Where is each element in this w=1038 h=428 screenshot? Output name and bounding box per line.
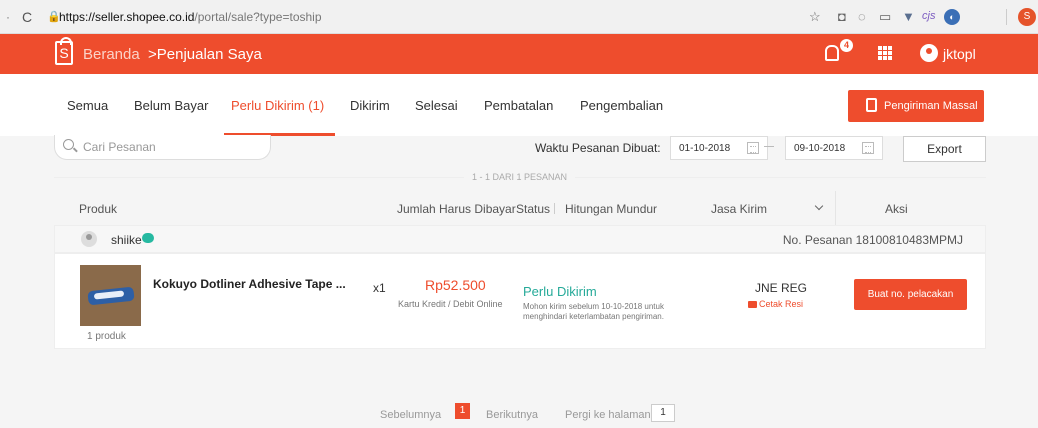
profile-avatar-icon[interactable]: S: [1018, 8, 1036, 26]
calendar-icon: [747, 142, 759, 154]
shopee-logo-icon[interactable]: S: [55, 37, 73, 65]
status-note: Mohon kirim sebelum 10-10-2018 untuk men…: [523, 302, 664, 321]
browser-toolbar: · C 🔒 https://seller.shopee.co.id/portal…: [0, 0, 1038, 34]
back-icon[interactable]: ·: [6, 10, 10, 24]
product-quantity: x1: [373, 281, 386, 295]
header-countdown[interactable]: Hitungan Mundur: [565, 202, 657, 216]
date-from-value: 01-10-2018: [679, 143, 731, 154]
order-status: Perlu Dikirim: [523, 284, 597, 299]
apps-grid-icon[interactable]: [878, 46, 892, 60]
toolbar-divider: [1006, 9, 1007, 25]
create-tracking-button[interactable]: Buat no. pelacakan: [854, 279, 967, 310]
order-card-body: 1 produk Kokuyo Dotliner Adhesive Tape .…: [54, 253, 986, 349]
order-number: No. Pesanan 18100810483MPMJ: [782, 233, 963, 247]
result-count: 1 - 1 DARI 1 PESANAN: [464, 172, 576, 182]
header-status: Status: [516, 202, 551, 216]
header-divider: [554, 203, 555, 214]
calendar-icon: [862, 142, 874, 154]
tab-pembatalan[interactable]: Pembatalan: [484, 98, 553, 113]
extension-badge-icon[interactable]: ◐: [944, 9, 960, 25]
date-to-field[interactable]: 09-10-2018: [785, 136, 883, 160]
tab-belum-bayar[interactable]: Belum Bayar: [134, 98, 208, 113]
breadcrumb-current: >Penjualan Saya: [148, 46, 262, 63]
date-from-field[interactable]: 01-10-2018: [670, 136, 768, 160]
username[interactable]: jktopl: [943, 46, 976, 62]
breadcrumb-home[interactable]: Beranda: [83, 46, 140, 63]
reload-icon[interactable]: C: [22, 9, 32, 25]
tab-pengembalian[interactable]: Pengembalian: [580, 98, 663, 113]
date-filter-label: Waktu Pesanan Dibuat:: [535, 141, 661, 155]
order-tabs: Semua Belum Bayar Perlu Dikirim (1) Diki…: [0, 74, 1038, 136]
courier-name: JNE REG: [755, 281, 808, 295]
tab-selesai[interactable]: Selesai: [415, 98, 458, 113]
chevron-down-icon[interactable]: [814, 201, 824, 211]
buyer-name[interactable]: shiike: [111, 233, 142, 247]
date-range-dash: [764, 146, 774, 147]
product-name[interactable]: Kokuyo Dotliner Adhesive Tape ...: [153, 277, 346, 291]
payment-method: Kartu Kredit / Debit Online: [398, 299, 503, 309]
order-card-header: shiike No. Pesanan 18100810483MPMJ: [54, 225, 986, 253]
date-to-value: 09-10-2018: [794, 143, 846, 154]
extension-box-icon[interactable]: ▭: [879, 9, 891, 25]
pagination-current-page[interactable]: 1: [455, 403, 470, 419]
seller-header: S Beranda >Penjualan Saya 4 jktopl: [0, 34, 1038, 74]
chat-icon[interactable]: [142, 233, 154, 243]
pagination-next[interactable]: Berikutnya: [486, 409, 538, 421]
extension-circle-icon[interactable]: ◌: [858, 9, 866, 24]
print-receipt-label: Cetak Resi: [759, 299, 804, 309]
header-courier[interactable]: Jasa Kirim: [711, 202, 767, 216]
search-icon: [63, 139, 74, 150]
header-column-divider: [835, 191, 836, 225]
tab-dikirim[interactable]: Dikirim: [350, 98, 390, 113]
export-button[interactable]: Export: [903, 136, 986, 162]
url-host: https://seller.shopee.co.id: [59, 10, 195, 24]
user-avatar-icon[interactable]: [920, 44, 938, 62]
url-path: /portal/sale?type=toship: [194, 10, 322, 24]
search-placeholder: Cari Pesanan: [83, 140, 156, 154]
header-amount: Jumlah Harus Dibayar: [397, 202, 516, 216]
product-thumbnail[interactable]: [80, 265, 141, 326]
document-icon: [866, 98, 877, 112]
tab-perlu-dikirim[interactable]: Perlu Dikirim (1): [231, 98, 324, 113]
order-price: Rp52.500: [425, 277, 486, 293]
search-input[interactable]: Cari Pesanan: [54, 135, 271, 160]
product-count: 1 produk: [87, 331, 126, 342]
goto-page-input[interactable]: 1: [651, 404, 675, 422]
printer-icon: [748, 301, 757, 308]
buyer-avatar-icon: [81, 231, 97, 247]
extension-v-icon[interactable]: ▼: [902, 9, 915, 24]
notification-badge: 4: [840, 39, 853, 52]
pagination-prev[interactable]: Sebelumnya: [380, 409, 441, 421]
header-product: Produk: [79, 202, 118, 216]
mass-shipping-button[interactable]: Pengiriman Massal: [848, 90, 984, 122]
address-bar[interactable]: https://seller.shopee.co.id/portal/sale?…: [59, 10, 322, 24]
extension-cjs-icon[interactable]: cjs: [922, 10, 935, 22]
mass-shipping-label: Pengiriman Massal: [884, 100, 978, 112]
tab-semua[interactable]: Semua: [67, 98, 108, 113]
camera-extension-icon[interactable]: ◘: [838, 9, 846, 24]
goto-page-label: Pergi ke halaman: [565, 409, 651, 421]
notification-bell-icon[interactable]: [825, 45, 839, 61]
print-receipt-link[interactable]: Cetak Resi: [748, 299, 803, 309]
header-action: Aksi: [885, 202, 908, 216]
bookmark-star-icon[interactable]: ☆: [809, 9, 821, 25]
